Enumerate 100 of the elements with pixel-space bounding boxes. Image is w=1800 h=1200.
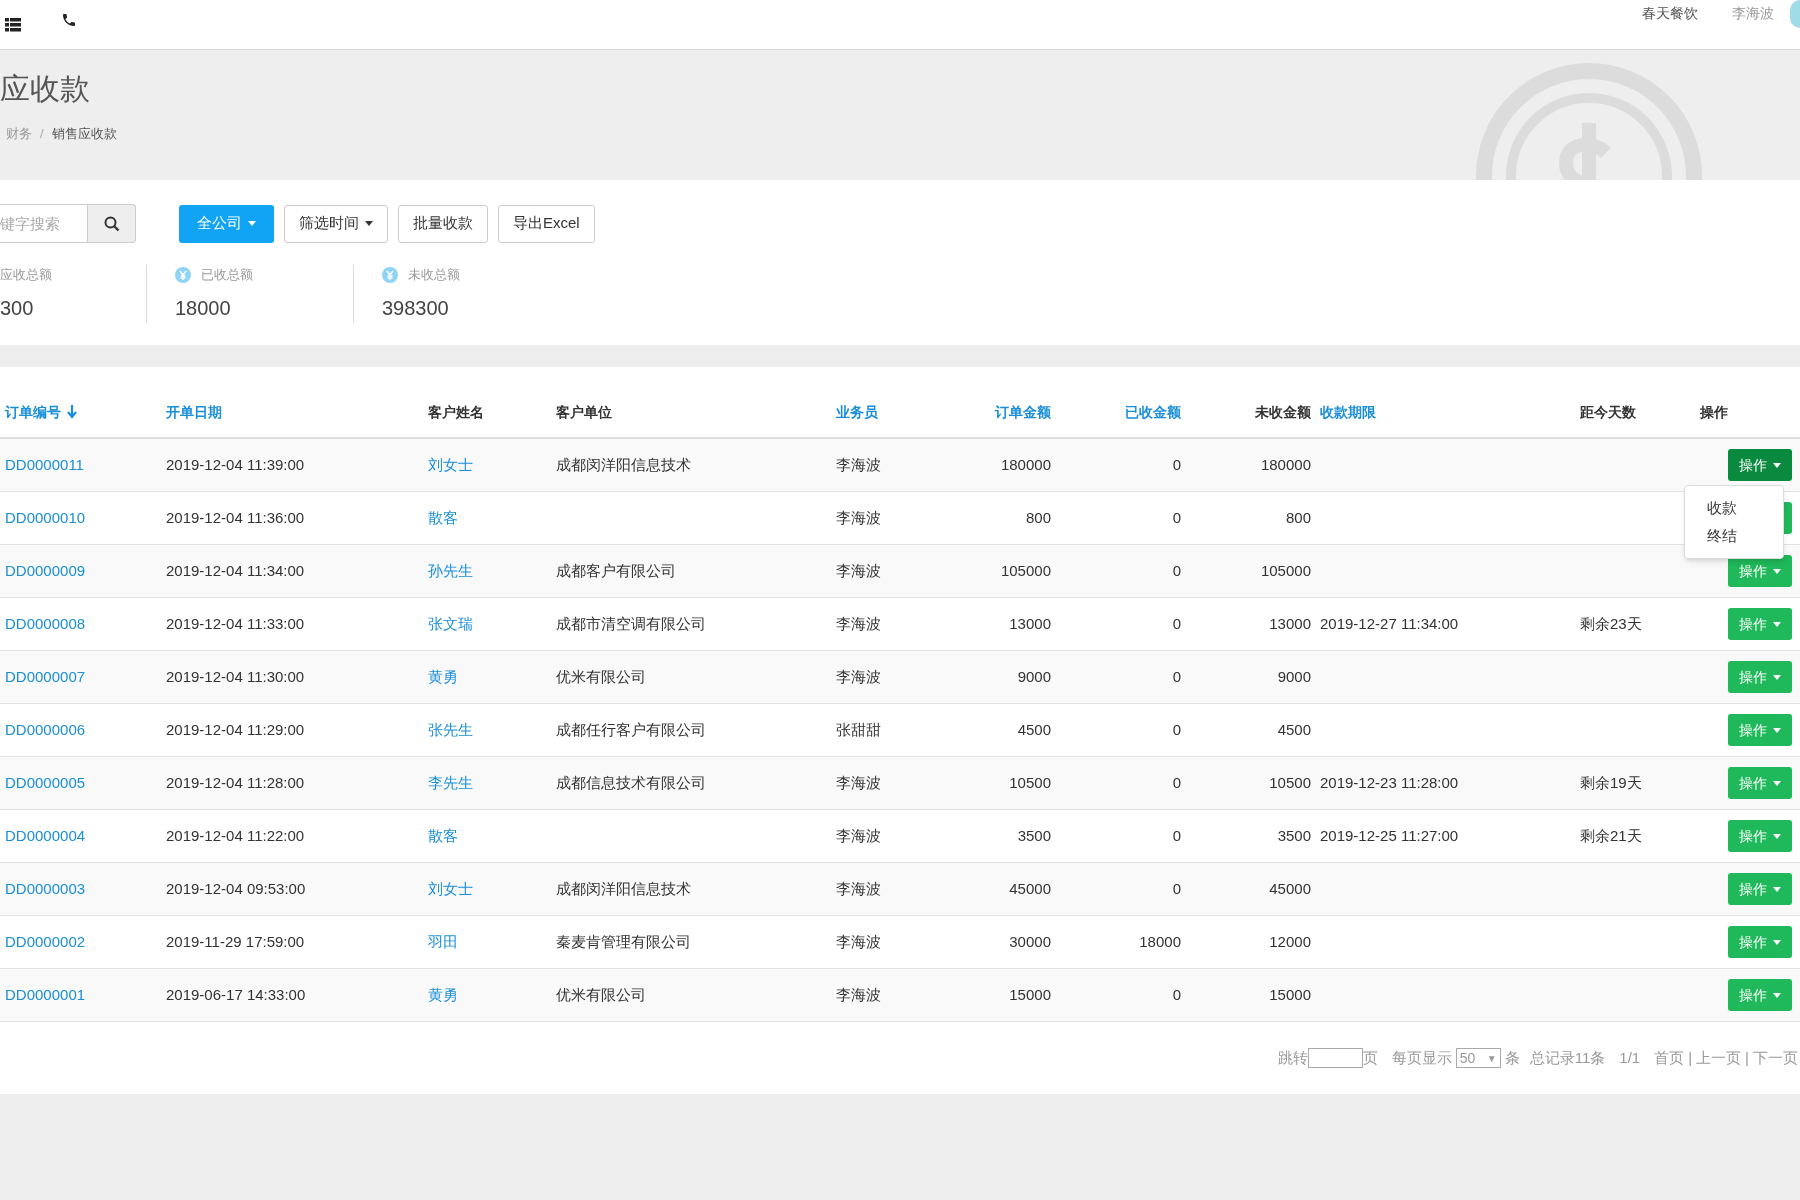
table-cell-text: 剩余21天 <box>1580 825 1642 846</box>
table-cell-text: 2019-12-04 11:39:00 <box>166 454 305 475</box>
table-link[interactable]: DD0000009 <box>5 559 86 583</box>
table-link[interactable]: DD0000002 <box>5 930 86 954</box>
table-link[interactable]: DD0000007 <box>5 665 86 689</box>
table-cell-text: 15000 <box>1269 984 1311 1005</box>
caret-icon <box>1773 621 1781 627</box>
user-name[interactable]: 李海波 <box>1732 3 1774 24</box>
action-button[interactable]: 操作 <box>1728 820 1792 852</box>
page-jump-field[interactable] <box>1307 1048 1363 1068</box>
pagination-link[interactable]: 首页 <box>1654 1046 1685 1070</box>
table-link[interactable]: DD0000010 <box>5 506 86 530</box>
stat-value: 300 <box>0 296 35 321</box>
column-header[interactable]: 订单金额 <box>995 401 1051 423</box>
menu-item[interactable]: 终结 <box>1685 522 1783 550</box>
table-cell-text: 0 <box>1172 613 1181 634</box>
table-cell-text: 18000 <box>1139 931 1181 952</box>
stat-label: 应收总额 <box>0 266 52 285</box>
table-cell-text: 800 <box>1025 507 1051 528</box>
pagination-link[interactable]: 下一页 <box>1753 1046 1798 1070</box>
table-cell-text: 2019-12-04 09:53:00 <box>166 878 306 899</box>
pagination-text: 页 <box>1362 1047 1378 1068</box>
action-button[interactable]: 操作 <box>1728 449 1792 481</box>
table-link[interactable]: 孙先生 <box>428 559 473 583</box>
table-cell-text: 0 <box>1172 984 1181 1005</box>
table-cell-text: 2019-12-23 11:28:00 <box>1320 772 1459 793</box>
table-link[interactable]: 散客 <box>428 824 458 848</box>
table-link[interactable]: DD0000008 <box>5 612 86 636</box>
table-link[interactable]: 张文瑞 <box>428 612 473 636</box>
stat-label: 未收总额 <box>408 266 460 285</box>
table-link[interactable]: 李先生 <box>428 771 473 795</box>
table-cell-text: 成都客户有限公司 <box>556 560 676 581</box>
table-link[interactable]: 羽田 <box>428 930 458 954</box>
table-cell-text: 2019-06-17 14:33:00 <box>166 984 306 1005</box>
table-cell-text: 0 <box>1172 666 1181 687</box>
table-link[interactable]: 张先生 <box>428 718 473 742</box>
column-header[interactable]: 收款期限 <box>1320 401 1376 423</box>
toolbar-button[interactable]: 批量收款 <box>398 204 488 243</box>
pagination-text: 1/1 <box>1619 1047 1641 1068</box>
column-header[interactable]: 业务员 <box>836 401 878 423</box>
table-link[interactable]: DD0000011 <box>5 453 84 477</box>
table-link[interactable]: 散客 <box>428 506 458 530</box>
table-cell-text: 3500 <box>1017 825 1051 846</box>
company-name[interactable]: 春天餐饮 <box>1642 3 1698 24</box>
breadcrumb-item: 销售应收款 <box>51 125 117 143</box>
toolbar-button[interactable]: 导出Excel <box>498 204 595 243</box>
caret-icon <box>365 221 373 226</box>
sort-down-icon <box>67 405 77 419</box>
toolbar-button[interactable]: 筛选时间 <box>284 204 388 243</box>
table-cell-text: 成都闵洋阳信息技术 <box>556 878 691 899</box>
table-cell-text: 成都闵洋阳信息技术 <box>556 454 691 475</box>
table-cell-text: 10500 <box>1269 772 1311 793</box>
action-button[interactable]: 操作 <box>1728 714 1792 746</box>
menu-item[interactable]: 收款 <box>1685 494 1783 522</box>
table-cell-text: 2019-12-04 11:29:00 <box>166 719 305 740</box>
table-cell-text: 0 <box>1172 507 1181 528</box>
action-button[interactable]: 操作 <box>1728 873 1792 905</box>
stat-label: 已收总额 <box>201 266 253 285</box>
column-header[interactable]: 已收金额 <box>1125 401 1181 423</box>
column-header[interactable]: 开单日期 <box>166 401 222 423</box>
table-link[interactable]: DD0000004 <box>5 824 86 848</box>
action-button[interactable]: 操作 <box>1728 661 1792 693</box>
table-cell-text: 李海波 <box>836 560 881 581</box>
table-cell-text: 10500 <box>1009 772 1051 793</box>
table-cell-text: 秦麦肯管理有限公司 <box>556 931 691 952</box>
table-cell-text: 2019-12-27 11:34:00 <box>1320 613 1459 634</box>
column-header[interactable]: 订单编号 <box>5 401 77 423</box>
phone-icon[interactable] <box>61 11 77 28</box>
table-cell-text: 13000 <box>1269 613 1311 634</box>
search-field[interactable]: 键字搜索 <box>0 204 88 243</box>
action-button[interactable]: 操作 <box>1728 926 1792 958</box>
table-cell-text: 李海波 <box>836 984 881 1005</box>
search-icon <box>103 215 120 232</box>
search-button[interactable] <box>88 204 136 243</box>
per-page-select[interactable]: 50 ▼ <box>1455 1048 1501 1068</box>
table-link[interactable]: 刘女士 <box>428 877 473 901</box>
breadcrumb-item[interactable]: 财务 <box>6 124 32 144</box>
table-cell-text: 2019-12-04 11:28:00 <box>166 772 305 793</box>
table-link[interactable]: 黄勇 <box>428 665 458 689</box>
table-link[interactable]: DD0000006 <box>5 718 86 742</box>
table-link[interactable]: DD0000003 <box>5 877 86 901</box>
table-link[interactable]: DD0000001 <box>5 983 86 1007</box>
table-cell-text: 李海波 <box>836 825 881 846</box>
pagination-text: 条 <box>1504 1047 1520 1068</box>
table-link[interactable]: 刘女士 <box>428 453 473 477</box>
table-cell-text: 优米有限公司 <box>556 666 646 687</box>
table-link[interactable]: DD0000005 <box>5 771 86 795</box>
toolbar-button[interactable]: 全公司 <box>179 204 274 243</box>
list-icon[interactable] <box>5 17 21 32</box>
table-cell-text: 105000 <box>1260 560 1311 581</box>
caret-icon <box>1773 833 1781 839</box>
action-button[interactable]: 操作 <box>1728 979 1792 1011</box>
table-link[interactable]: 黄勇 <box>428 983 458 1007</box>
table-cell-text: 0 <box>1172 454 1181 475</box>
action-button[interactable]: 操作 <box>1728 608 1792 640</box>
action-button[interactable]: 操作 <box>1728 767 1792 799</box>
table-cell-text: 成都信息技术有限公司 <box>556 772 706 793</box>
pagination-link[interactable]: 上一页 <box>1696 1046 1742 1070</box>
caret-icon <box>248 221 256 226</box>
table-cell-text: 9000 <box>1017 666 1051 687</box>
